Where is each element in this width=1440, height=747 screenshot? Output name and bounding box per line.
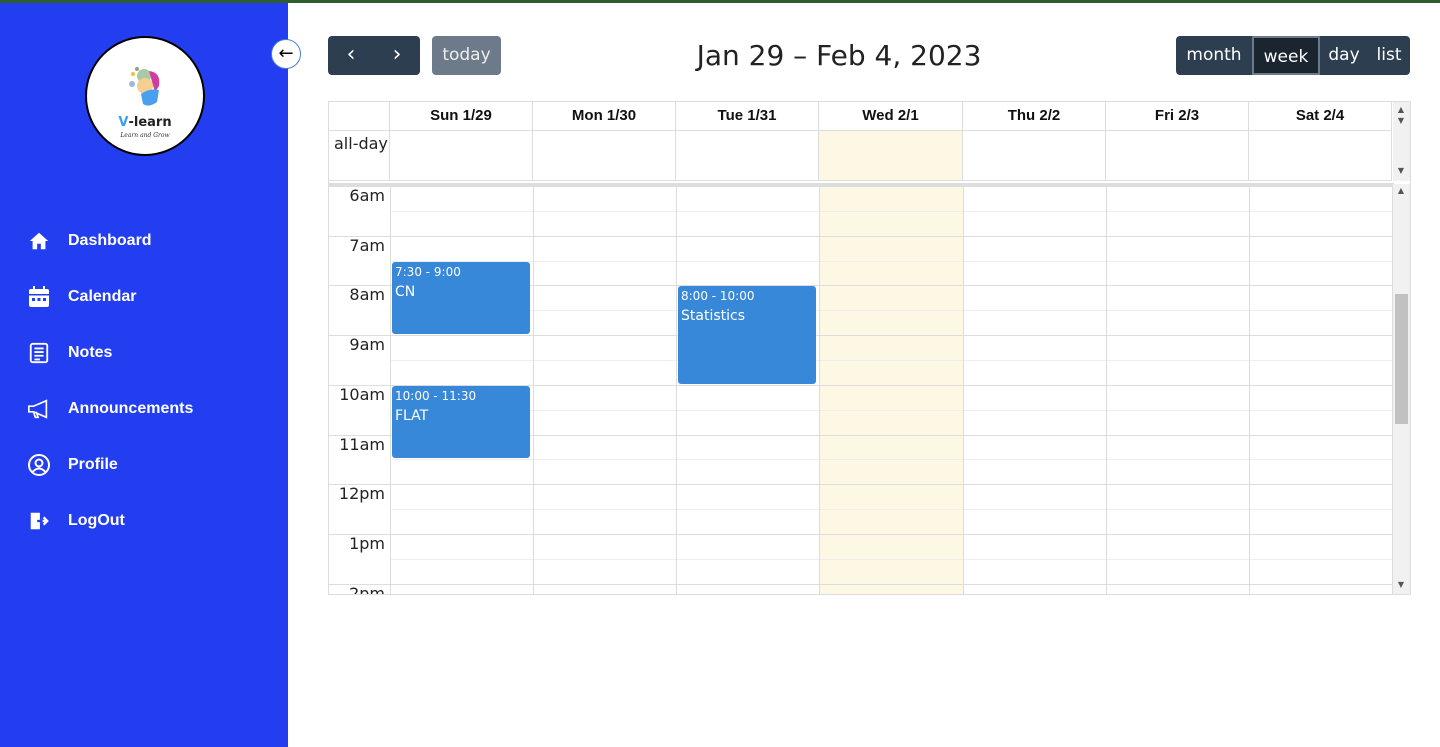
day-header[interactable]: Sun 1/29 — [390, 102, 533, 131]
half-hour-line — [390, 558, 1394, 560]
sidebar-item-profile[interactable]: Profile — [0, 437, 288, 493]
time-label: 7am — [349, 235, 385, 255]
hour-line — [329, 533, 1394, 535]
sidebar-item-label: Announcements — [68, 400, 194, 417]
user-circle-icon — [27, 453, 51, 477]
calendar-event[interactable]: 7:30 - 9:00 CN — [392, 261, 530, 335]
sidebar-item-label: Dashboard — [68, 232, 152, 249]
sidebar-item-label: LogOut — [68, 512, 125, 529]
arrow-left-icon: ← — [278, 43, 294, 64]
half-hour-line — [390, 509, 1394, 511]
day-divider — [1106, 186, 1107, 594]
time-label: 6am — [349, 186, 385, 205]
header-corner — [329, 102, 390, 131]
day-divider — [676, 186, 677, 594]
allday-cell[interactable] — [390, 131, 533, 181]
sidebar: V-learn Learn and Grow Dashboard Calendar… — [0, 3, 288, 747]
calendar-icon — [27, 285, 51, 309]
today-button[interactable]: today — [432, 36, 501, 75]
prev-button[interactable]: ‹ — [328, 36, 374, 75]
event-title: CN — [395, 283, 416, 300]
sidebar-item-logout[interactable]: LogOut — [0, 493, 288, 549]
day-header[interactable]: Mon 1/30 — [533, 102, 676, 131]
day-divider — [1249, 186, 1250, 594]
sidebar-nav: Dashboard Calendar Notes Announcements Profi… — [0, 213, 288, 549]
sidebar-item-dashboard[interactable]: Dashboard — [0, 213, 288, 269]
day-header[interactable]: Wed 2/1 — [819, 102, 963, 131]
half-hour-line — [390, 310, 1394, 312]
event-time: 10:00 - 11:30 — [395, 388, 477, 403]
allday-cell[interactable] — [1249, 131, 1392, 181]
notes-icon — [27, 341, 51, 365]
megaphone-icon — [27, 397, 51, 421]
hour-line — [329, 235, 1394, 237]
day-divider — [819, 186, 820, 594]
sidebar-item-label: Notes — [68, 344, 113, 361]
view-list-button[interactable]: list — [1368, 36, 1410, 75]
time-label: 2pm — [349, 583, 385, 594]
next-button[interactable]: › — [374, 36, 420, 75]
calendar-title: Jan 29 – Feb 4, 2023 — [696, 39, 982, 72]
time-grid-scrollbar[interactable]: ▲ ▼ — [1393, 184, 1410, 594]
half-hour-line — [390, 459, 1394, 461]
day-header[interactable]: Sat 2/4 — [1249, 102, 1392, 131]
hour-line — [329, 583, 1394, 585]
allday-cell[interactable] — [676, 131, 819, 181]
day-divider — [390, 186, 391, 594]
day-header[interactable]: Tue 1/31 — [676, 102, 819, 131]
allday-cell[interactable] — [963, 131, 1106, 181]
view-day-button[interactable]: day — [1320, 36, 1368, 75]
time-label: 12pm — [338, 484, 385, 504]
event-time: 8:00 - 10:00 — [681, 289, 755, 304]
event-title: Statistics — [681, 308, 745, 325]
allday-cell[interactable] — [819, 131, 963, 181]
allday-cell[interactable] — [1106, 131, 1249, 181]
week-calendar: all-day 6am 7am 8am 9am 10am 11am 12pm 1pm 2pm 7:… — [328, 101, 1411, 595]
sidebar-item-announcements[interactable]: Announcements — [0, 381, 288, 437]
time-label: 1pm — [349, 533, 385, 553]
time-label: 11am — [339, 434, 385, 454]
home-icon — [27, 229, 51, 253]
allday-scrollbar[interactable]: ▲ ▼ ▼ — [1393, 102, 1410, 181]
half-hour-line — [390, 210, 1394, 212]
allday-label: all-day — [329, 131, 390, 181]
collapse-sidebar-button[interactable]: ← — [271, 39, 301, 69]
view-week-button[interactable]: week — [1252, 36, 1320, 75]
calendar-event[interactable]: 10:00 - 11:30 FLAT — [392, 385, 530, 459]
logo-tagline: Learn and Grow — [120, 132, 170, 139]
logout-icon — [27, 509, 51, 533]
scrollbar-thumb[interactable] — [1395, 294, 1408, 424]
day-divider — [533, 186, 534, 594]
day-header[interactable]: Fri 2/3 — [1106, 102, 1249, 131]
prev-next-group: ‹ › — [328, 36, 420, 75]
sidebar-item-label: Calendar — [68, 288, 137, 305]
time-label: 8am — [349, 285, 385, 305]
half-hour-line — [390, 260, 1394, 262]
day-divider — [963, 186, 964, 594]
hour-line — [329, 186, 1394, 187]
time-label: 10am — [339, 384, 385, 404]
logo: V-learn Learn and Grow — [85, 36, 205, 156]
time-grid[interactable]: 6am 7am 8am 9am 10am 11am 12pm 1pm 2pm 7:30 - 9:0… — [329, 183, 1394, 594]
day-header[interactable]: Thu 2/2 — [963, 102, 1106, 131]
calendar-event[interactable]: 8:00 - 10:00 Statistics — [678, 286, 816, 384]
view-switcher: month week day list — [1176, 36, 1410, 75]
sidebar-item-label: Profile — [68, 456, 118, 473]
event-time: 7:30 - 9:00 — [395, 264, 461, 279]
view-month-button[interactable]: month — [1176, 36, 1252, 75]
logo-name: V-learn — [118, 115, 172, 130]
today-column — [819, 186, 963, 594]
sidebar-item-calendar[interactable]: Calendar — [0, 269, 288, 325]
hour-line — [329, 335, 1394, 337]
half-hour-line — [390, 359, 1394, 361]
sidebar-item-notes[interactable]: Notes — [0, 325, 288, 381]
event-title: FLAT — [395, 407, 429, 424]
half-hour-line — [390, 409, 1394, 411]
head-logo-icon — [129, 67, 160, 106]
time-label: 9am — [349, 335, 385, 355]
hour-line — [329, 484, 1394, 486]
allday-cell[interactable] — [533, 131, 676, 181]
